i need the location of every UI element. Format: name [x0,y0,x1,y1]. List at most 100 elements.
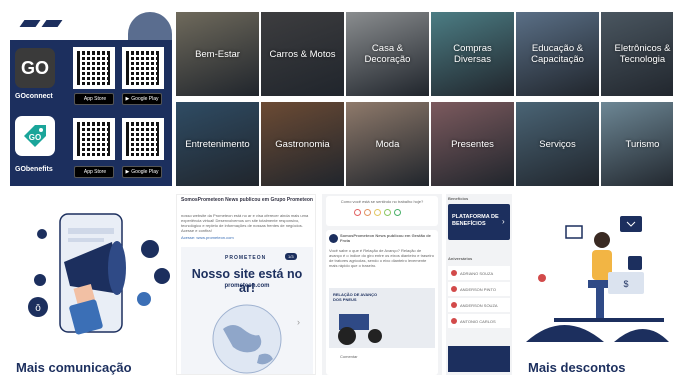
category-label: Eletrônicos & Tecnologia [614,43,671,65]
benefits-sidebar-card: Benefícios PLATAFORMA DE BENEFÍCIOS › An… [446,194,512,375]
category-tile[interactable]: Serviços [516,102,599,186]
panel-header [0,0,176,52]
app-icon-text: GO [20,57,49,78]
mood-neutral-icon[interactable] [374,209,381,216]
shopping-illustration: $ [526,216,669,342]
category-label: Educação & Capacitação [531,43,584,65]
category-label: Presentes [451,138,494,150]
promo-thumbnail[interactable] [448,346,510,372]
goconnect-label: GOconnect [15,93,53,100]
category-tile[interactable]: Entretenimento [176,102,259,186]
communication-title: Mais comunicação [16,360,132,375]
play-icon: ▶ [125,169,130,175]
post-image: PROMETEON 1/3 Nosso site está no ar! pro… [181,247,313,374]
birthday-list: ADRIANO SOUZA ANDERSON PINTO ANDERSON SO… [448,266,510,330]
category-label: Bem-Estar [195,48,240,60]
brand-logo: PROMETEON [225,255,267,261]
globe-icon [212,304,282,374]
list-item-label: ANTONIO CARLOS [460,318,496,324]
category-grid: Bem-Estar Carros & Motos Casa & Decoração C… [176,12,673,186]
svg-text:ō: ō [35,303,41,314]
category-tile[interactable]: Presentes [431,102,514,186]
app-download-panel: GO GOconnect App Store ▶ Google Play GO G… [10,40,172,186]
category-label: Compras Diversas [453,43,492,65]
birthdays-title: Aniversários [448,256,473,261]
post-body: nosso website da Prometeon está no ar e … [181,213,309,233]
store-label: App Store [83,96,107,102]
list-item[interactable]: ANDERSON PINTO [448,282,510,296]
discounts-title: Mais descontos [528,360,626,375]
avatar [329,234,338,243]
benefits-section-title: Benefícios [448,196,469,201]
list-item[interactable]: ANTONIO CARLOS [448,314,510,328]
category-label: Serviços [539,138,576,150]
app-store-badge[interactable]: App Store [74,166,114,178]
carousel-counter: 1/3 [285,253,297,260]
gobenefits-app-icon[interactable]: GO [15,116,55,156]
category-tile[interactable]: Carros & Motos [261,12,344,96]
avatar [451,302,457,308]
discounts-card: $ Mais descontos [516,194,673,375]
benefits-banner[interactable]: PLATAFORMA DE BENEFÍCIOS › [448,204,510,240]
svg-text:$: $ [623,279,628,289]
category-tile[interactable]: Casa & Decoração [346,12,429,96]
list-item-label: ADRIANO SOUZA [460,270,494,276]
feed-image: RELAÇÃO DE AVANÇO DOS PNEUS [329,288,435,348]
carousel-next-icon[interactable]: › [297,317,300,327]
tag-icon: GO [24,125,46,147]
category-label: Casa & Decoração [364,43,411,65]
goconnect-app-icon[interactable]: GO [15,48,55,88]
category-tile[interactable]: Educação & Capacitação [516,12,599,96]
list-item[interactable]: ADRIANO SOUZA [448,266,510,280]
mood-very-bad-icon[interactable] [354,209,361,216]
mood-options [354,209,401,216]
category-label: Carros & Motos [269,48,336,60]
post-link[interactable]: Acesse: www.prometeon.com [181,235,234,240]
decorative-stripe [41,20,63,27]
store-label: Google Play [131,96,159,102]
post-url: prometeon.com [224,283,270,289]
category-tile[interactable]: Turismo [601,102,673,186]
feed-post: SomosPrometeon News publicou em Gestão d… [326,230,438,375]
list-item-label: ANDERSON PINTO [460,286,496,292]
avatar [451,318,457,324]
category-tile[interactable]: Gastronomia [261,102,344,186]
post-header: SomosPrometeon News publicou em Grupo Pr… [181,197,313,203]
mood-good-icon[interactable] [384,209,391,216]
megaphone-illustration: ō [28,213,170,335]
app-store-badge[interactable]: App Store [74,93,114,105]
feed-card: Como você está se sentindo no trabalho h… [322,194,442,375]
store-label: Google Play [131,169,159,175]
feed-banner: RELAÇÃO DE AVANÇO DOS PNEUS [333,292,378,302]
post-headline: Nosso site está no ar! [191,267,303,295]
category-tile[interactable]: Bem-Estar [176,12,259,96]
qr-code-google-play [122,118,164,160]
qr-code-app-store [73,118,115,160]
feed-poster: SomosPrometeon News publicou em Gestão d… [340,233,431,243]
decorative-stripe [19,20,41,27]
mood-survey: Como você está se sentindo no trabalho h… [326,196,438,226]
qr-code-google-play [122,47,164,89]
category-label: Moda [375,138,400,150]
qr-code-app-store [73,47,115,89]
comment-button[interactable]: Comentar [340,354,358,359]
category-tile[interactable]: Eletrônicos & Tecnologia [601,12,673,96]
category-label: Turismo [625,138,660,150]
list-item[interactable]: ANDERSON SOUZA [448,298,510,312]
mood-bad-icon[interactable] [364,209,371,216]
tractor-icon [338,314,382,345]
google-play-badge[interactable]: ▶ Google Play [122,166,162,178]
avatar [451,286,457,292]
news-post-card: SomosPrometeon News publicou em Grupo Pr… [176,194,316,375]
google-play-badge[interactable]: ▶ Google Play [122,93,162,105]
communication-card: ō Mais comunicação [10,194,170,375]
category-tile[interactable]: Moda [346,102,429,186]
avatar [451,270,457,276]
category-label: Gastronomia [275,138,330,150]
mood-very-good-icon[interactable] [394,209,401,216]
store-label: App Store [83,169,107,175]
play-icon: ▶ [125,96,130,102]
svg-text:GO: GO [29,133,41,142]
mood-question: Como você está se sentindo no trabalho h… [340,199,424,204]
category-tile[interactable]: Compras Diversas [431,12,514,96]
